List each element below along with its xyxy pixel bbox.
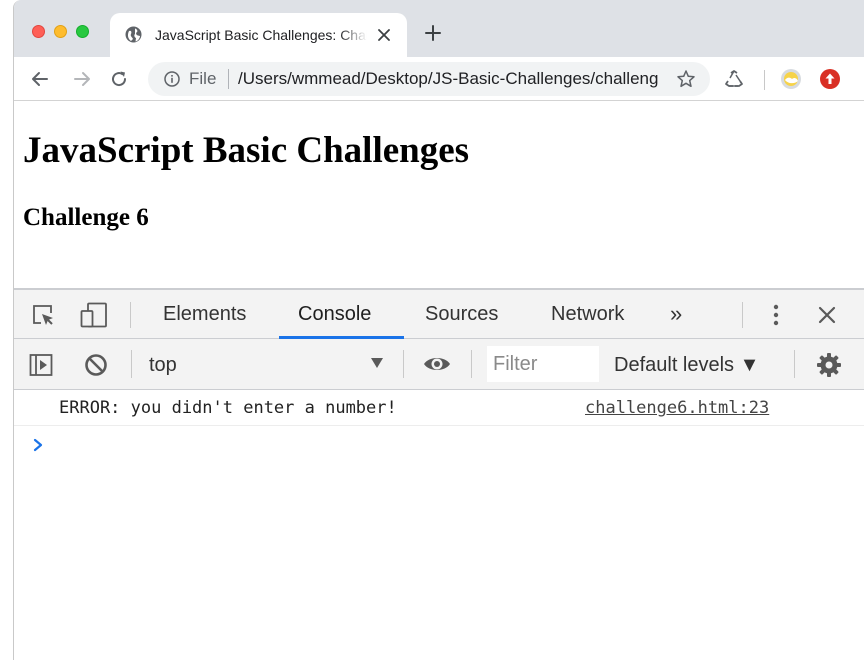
context-selector[interactable]: top xyxy=(149,351,389,379)
kebab-menu-icon[interactable] xyxy=(766,302,786,328)
gear-icon[interactable] xyxy=(816,352,842,378)
new-tab-icon[interactable] xyxy=(424,24,442,42)
tab-sources[interactable]: Sources xyxy=(425,290,498,338)
scheme-label: File xyxy=(189,69,217,88)
close-tab-icon[interactable] xyxy=(376,27,392,43)
browser-window: JavaScript Basic Challenges: Challenge 6 xyxy=(13,0,864,660)
inspect-element-icon[interactable] xyxy=(31,303,55,327)
page-content: JavaScript Basic Challenges Challenge 6 xyxy=(14,102,864,288)
devtools-divider xyxy=(742,302,743,328)
forward-arrow-icon[interactable] xyxy=(72,69,92,89)
back-arrow-icon[interactable] xyxy=(30,69,50,89)
url-text[interactable]: /Users/wmmead/Desktop/JS-Basic-Challenge… xyxy=(238,70,658,88)
clear-console-icon[interactable] xyxy=(84,353,108,377)
tab-title: JavaScript Basic Challenges: Challenge 6 xyxy=(155,26,367,44)
console-message: ERROR: you didn't enter a number! challe… xyxy=(14,391,864,426)
console-toolbar-divider xyxy=(794,350,795,378)
tab-network[interactable]: Network xyxy=(551,290,624,338)
console-toolbar-divider xyxy=(471,350,472,378)
console-prompt-icon[interactable] xyxy=(32,438,44,452)
filter-input[interactable] xyxy=(487,346,599,382)
tab-console[interactable]: Console xyxy=(298,290,371,338)
tab-elements[interactable]: Elements xyxy=(163,290,246,338)
console-source-link[interactable]: challenge6.html:23 xyxy=(585,397,769,419)
devtools-divider xyxy=(130,302,131,328)
devtools-panel: Elements Console Sources Network » top F… xyxy=(14,288,864,660)
chevron-down-icon[interactable] xyxy=(370,357,384,369)
address-bar[interactable]: File /Users/wmmead/Desktop/JS-Basic-Chal… xyxy=(148,62,710,96)
globe-icon xyxy=(125,26,142,43)
console-toolbar: top Default levels ▼ xyxy=(14,339,864,390)
omnibox-divider xyxy=(228,69,229,89)
console-message-text: ERROR: you didn't enter a number! xyxy=(59,398,397,418)
reload-icon[interactable] xyxy=(109,69,129,89)
console-toolbar-divider xyxy=(403,350,404,378)
sidebar-toggle-icon[interactable] xyxy=(29,353,53,377)
eye-icon[interactable] xyxy=(423,352,451,376)
toolbar-divider xyxy=(764,70,765,90)
page-subheading: Challenge 6 xyxy=(23,204,149,231)
device-toolbar-icon[interactable] xyxy=(80,302,108,328)
page-heading: JavaScript Basic Challenges xyxy=(23,130,470,171)
minimize-window-button[interactable] xyxy=(54,25,67,38)
info-icon[interactable] xyxy=(164,71,180,87)
close-window-button[interactable] xyxy=(32,25,45,38)
devtools-tab-bar: Elements Console Sources Network » xyxy=(14,290,864,339)
recycle-icon[interactable] xyxy=(724,69,744,89)
browser-tab[interactable]: JavaScript Basic Challenges: Challenge 6 xyxy=(110,13,407,57)
avatar-icon[interactable] xyxy=(780,68,802,90)
zoom-window-button[interactable] xyxy=(76,25,89,38)
close-devtools-icon[interactable] xyxy=(817,305,837,325)
console-toolbar-divider xyxy=(131,350,132,378)
star-icon[interactable] xyxy=(676,69,696,89)
tab-strip: JavaScript Basic Challenges: Challenge 6 xyxy=(14,0,864,57)
browser-toolbar: File /Users/wmmead/Desktop/JS-Basic-Chal… xyxy=(14,57,864,101)
update-icon[interactable] xyxy=(819,68,841,90)
more-tabs-button[interactable]: » xyxy=(670,290,682,338)
log-levels-dropdown[interactable]: Default levels ▼ xyxy=(614,351,759,379)
